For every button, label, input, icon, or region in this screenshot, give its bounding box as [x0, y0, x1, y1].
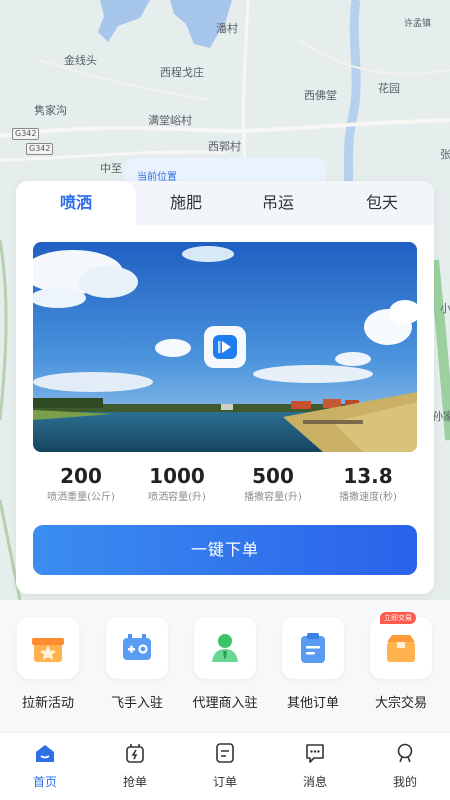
nav-label: 消息 — [302, 775, 327, 789]
home-icon — [36, 745, 54, 762]
spec-stats: 200 喷洒重量(公斤) 1000 喷洒容量(升) 500 播撒容量(升) 13… — [16, 462, 434, 512]
stat-label: 喷洒容量(升) — [148, 492, 206, 503]
map-place: 金线头 — [64, 54, 97, 67]
nav-label: 首页 — [32, 775, 57, 789]
map-place: 许孟镇 — [404, 19, 432, 29]
agent-icon — [212, 634, 238, 662]
tab-spray[interactable]: 喷洒 — [16, 181, 136, 225]
service-icon-box — [17, 617, 79, 679]
stat-label: 喷洒重量(公斤) — [47, 492, 115, 503]
message-icon — [306, 744, 324, 763]
service-card: 施肥 吊运 包天 喷洒 200 喷洒重量(公斤) 1000 喷洒容量(升) 50… — [16, 181, 434, 594]
map-place: 花园 — [378, 82, 400, 95]
map-place: 小 — [440, 302, 450, 315]
order-icon — [216, 743, 234, 763]
stat-spray-weight: 200 喷洒重量(公斤) — [29, 462, 133, 506]
stat-label: 播撒速度(秒) — [339, 492, 397, 503]
service-bulk-trade[interactable]: 立即交易 大宗交易 — [356, 612, 446, 724]
service-icon-box — [194, 617, 256, 679]
stat-spread-speed: 13.8 播撒速度(秒) — [316, 462, 420, 506]
stat-value: 200 — [60, 464, 102, 488]
map-place: 西佛堂 — [304, 89, 337, 102]
map-place: 满堂峪村 — [148, 114, 192, 127]
map-place: 张 — [440, 148, 450, 161]
map-place: 中至 — [100, 162, 122, 175]
service-label: 拉新活动 — [21, 696, 74, 711]
one-click-order-button[interactable]: 一键下单 — [33, 525, 417, 575]
map-place: 西程戈庄 — [160, 66, 204, 79]
map-place: 西郭村 — [208, 140, 241, 153]
profile-icon — [397, 743, 413, 763]
nav-orders[interactable]: 订单 — [180, 739, 270, 795]
stat-value: 13.8 — [343, 464, 393, 488]
service-pilot-join[interactable]: 飞手入驻 — [92, 614, 182, 724]
gift-star-icon — [32, 638, 64, 662]
service-tabs: 施肥 吊运 包天 喷洒 — [16, 181, 434, 225]
map-place: 潘村 — [216, 22, 238, 35]
service-label: 飞手入驻 — [110, 696, 163, 711]
grab-order-icon — [126, 744, 144, 763]
stat-spread-capacity: 500 播撒容量(升) — [221, 462, 325, 506]
nav-messages[interactable]: 消息 — [270, 739, 360, 795]
service-icon-box — [106, 617, 168, 679]
nav-label: 订单 — [212, 775, 237, 789]
bottom-nav: 首页 抢单 订单 消息 我的 — [0, 732, 450, 800]
tab-charter[interactable]: 包天 — [320, 181, 444, 225]
stat-spray-capacity: 1000 喷洒容量(升) — [125, 462, 229, 506]
service-label: 代理商入驻 — [192, 696, 258, 711]
service-other-orders[interactable]: 其他订单 — [268, 614, 358, 724]
box-icon — [387, 635, 415, 662]
service-agent-join[interactable]: 代理商入驻 — [180, 614, 270, 724]
service-label: 其他订单 — [286, 696, 339, 711]
service-icon-box — [370, 617, 432, 679]
road-label: G342 — [26, 143, 54, 155]
stat-value: 500 — [252, 464, 294, 488]
service-shortcuts: 拉新活动 飞手入驻 代理商入驻 其他订单 立即交易 大宗交易 — [0, 600, 450, 732]
map-place: 隽家沟 — [34, 104, 67, 117]
nav-label: 抢单 — [122, 775, 147, 789]
clipboard-icon — [301, 633, 325, 663]
nav-home[interactable]: 首页 — [0, 739, 90, 795]
play-button[interactable] — [204, 326, 246, 368]
intro-video[interactable] — [33, 242, 417, 452]
service-new-user-campaign[interactable]: 拉新活动 — [3, 614, 93, 724]
nav-label: 我的 — [392, 775, 417, 789]
stat-label: 播撒容量(升) — [244, 492, 302, 503]
stat-value: 1000 — [149, 464, 205, 488]
battery-icon — [123, 634, 151, 660]
nav-grab-order[interactable]: 抢单 — [90, 739, 180, 795]
play-icon — [213, 335, 237, 359]
service-icon-box — [282, 617, 344, 679]
road-label: G342 — [12, 128, 40, 140]
service-label: 大宗交易 — [374, 696, 427, 711]
map-place: 孙家 — [432, 410, 450, 423]
bulk-trade-badge: 立即交易 — [380, 612, 416, 624]
nav-profile[interactable]: 我的 — [360, 739, 450, 795]
